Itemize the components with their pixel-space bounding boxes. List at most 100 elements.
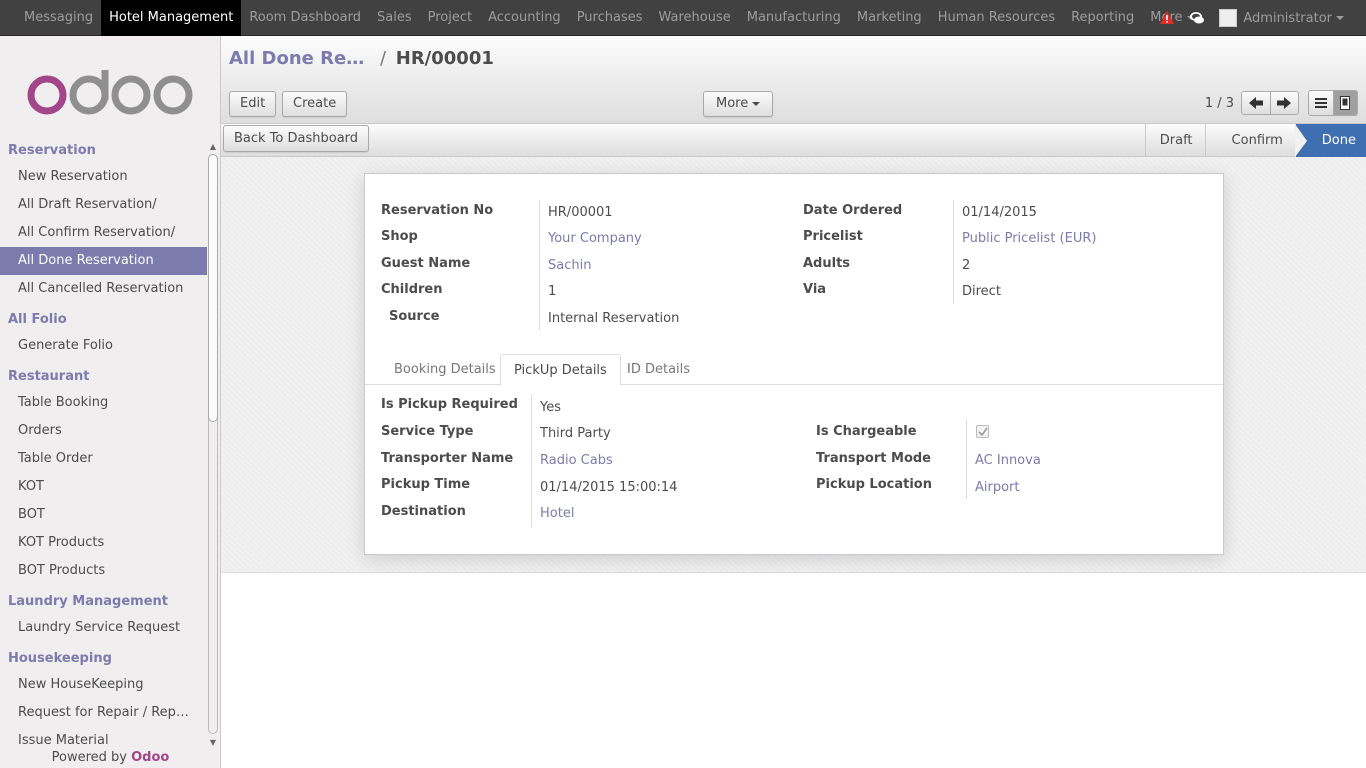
list-icon	[1314, 98, 1327, 108]
menu-purchases[interactable]: Purchases	[569, 0, 651, 36]
menu-hotel-management[interactable]: Hotel Management	[101, 0, 242, 36]
avatar	[1219, 9, 1238, 27]
date-ordered-label: Date Ordered	[803, 203, 903, 218]
chat-icon[interactable]	[1189, 10, 1205, 26]
pickup-time-value: 01/14/2015 15:00:14	[540, 480, 678, 495]
scroll-thumb[interactable]	[208, 154, 218, 422]
sidebar-item-new-housekeeping[interactable]: New HouseKeeping	[0, 671, 207, 699]
edit-button[interactable]: Edit	[229, 91, 277, 117]
next-button[interactable]	[1269, 92, 1298, 114]
children-value: 1	[548, 284, 557, 299]
notebook-tabs: Booking Details PickUp Details ID Detail…	[365, 354, 1223, 386]
previous-button[interactable]	[1242, 92, 1270, 114]
source-value: Internal Reservation	[548, 311, 680, 326]
sidebar-item-table-booking[interactable]: Table Booking	[0, 389, 207, 417]
divider	[531, 394, 532, 527]
menu-warehouse[interactable]: Warehouse	[651, 0, 739, 36]
warning-icon[interactable]	[1159, 10, 1175, 26]
sidebar-item-new-reservation[interactable]: New Reservation	[0, 163, 207, 191]
create-button[interactable]: Create	[282, 91, 348, 117]
pickup-time-label: Pickup Time	[381, 477, 471, 492]
form-background: Reservation No HR/00001 Shop Your Compan…	[221, 157, 1366, 573]
sidebar-item-table-order[interactable]: Table Order	[0, 445, 207, 473]
transporter-name-link[interactable]: Radio Cabs	[540, 453, 613, 468]
menu-messaging[interactable]: Messaging	[0, 0, 101, 36]
sidebar-section-restaurant: Restaurant	[8, 369, 90, 384]
menu-marketing[interactable]: Marketing	[849, 0, 930, 36]
chevron-down-icon	[1336, 16, 1344, 20]
children-label: Children	[381, 282, 443, 297]
scroll-up-icon[interactable]: ▲	[208, 142, 218, 152]
breadcrumb-separator: /	[379, 48, 387, 69]
sidebar-item-draft-reservation[interactable]: All Draft Reservation/	[0, 191, 207, 219]
scroll-down-icon[interactable]: ▼	[208, 738, 218, 748]
tab-id-details[interactable]: ID Details	[614, 354, 703, 385]
sidebar-item-kot-products[interactable]: KOT Products	[0, 529, 207, 557]
more-dropdown[interactable]: More	[703, 91, 774, 117]
form-sheet: Reservation No HR/00001 Shop Your Compan…	[364, 173, 1224, 555]
powered-by: Powered by Odoo	[0, 750, 220, 765]
pricelist-link[interactable]: Public Pricelist (EUR)	[962, 231, 1096, 246]
service-type-label: Service Type	[381, 424, 474, 439]
shop-link[interactable]: Your Company	[548, 231, 642, 246]
breadcrumb-parent[interactable]: All Done Re…	[229, 48, 364, 69]
sidebar-item-repair-request[interactable]: Request for Repair / Rep…	[0, 699, 207, 727]
menu-manufacturing[interactable]: Manufacturing	[739, 0, 849, 36]
pager-buttons	[1241, 91, 1299, 115]
status-steps: Draft Confirm Done	[1144, 124, 1366, 157]
powered-by-brand[interactable]: Odoo	[131, 750, 169, 765]
page-title: HR/00001	[395, 48, 494, 69]
control-panel: All Done Re… / HR/00001 Edit Create More…	[221, 36, 1366, 124]
arrow-left-icon	[1248, 97, 1263, 109]
via-value: Direct	[962, 284, 1001, 299]
reservation-no-label: Reservation No	[381, 203, 494, 218]
user-menu[interactable]: Administrator	[1219, 9, 1344, 27]
status-step-confirm[interactable]: Confirm	[1204, 124, 1295, 157]
breadcrumb: All Done Re… / HR/00001	[229, 48, 494, 69]
transport-mode-link[interactable]: AC Innova	[975, 453, 1041, 468]
top-navbar: Messaging Hotel Management Room Dashboar…	[0, 0, 1366, 36]
menu-project[interactable]: Project	[420, 0, 480, 36]
sidebar-item-orders[interactable]: Orders	[0, 417, 207, 445]
sidebar-item-done-reservation[interactable]: All Done Reservation	[0, 247, 207, 275]
menu-human-resources[interactable]: Human Resources	[930, 0, 1063, 36]
transport-mode-label: Transport Mode	[816, 451, 931, 466]
is-chargeable-checkbox[interactable]	[976, 425, 989, 438]
sidebar-scrollbar[interactable]: ▲ ▼	[207, 142, 219, 748]
tab-booking-details[interactable]: Booking Details	[381, 354, 509, 385]
pickup-location-link[interactable]: Airport	[975, 480, 1020, 495]
list-view-button[interactable]	[1309, 91, 1333, 115]
reservation-no-value: HR/00001	[548, 205, 613, 220]
sidebar-item-laundry-request[interactable]: Laundry Service Request	[0, 614, 207, 642]
sidebar-menu: Reservation New Reservation All Draft Re…	[0, 137, 207, 755]
sidebar-item-confirm-reservation[interactable]: All Confirm Reservation/	[0, 219, 207, 247]
back-to-dashboard-button[interactable]: Back To Dashboard	[223, 125, 370, 152]
sidebar-item-cancelled-reservation[interactable]: All Cancelled Reservation	[0, 275, 207, 303]
main-content: All Done Re… / HR/00001 Edit Create More…	[221, 36, 1366, 768]
menu-room-dashboard[interactable]: Room Dashboard	[241, 0, 369, 36]
status-bar: Back To Dashboard Draft Confirm Done	[221, 124, 1366, 157]
form-view-button[interactable]	[1332, 91, 1357, 115]
sidebar: Reservation New Reservation All Draft Re…	[0, 36, 221, 768]
menu-sales[interactable]: Sales	[369, 0, 420, 36]
pricelist-label: Pricelist	[803, 229, 863, 244]
pickup-location-label: Pickup Location	[816, 477, 932, 492]
adults-value: 2	[962, 258, 971, 273]
date-ordered-value: 01/14/2015	[962, 205, 1037, 220]
tab-pickup-details[interactable]: PickUp Details	[500, 354, 621, 386]
sidebar-item-bot-products[interactable]: BOT Products	[0, 557, 207, 585]
status-step-draft[interactable]: Draft	[1144, 124, 1205, 157]
menu-accounting[interactable]: Accounting	[480, 0, 569, 36]
guest-name-label: Guest Name	[381, 256, 471, 271]
guest-name-link[interactable]: Sachin	[548, 258, 591, 273]
sidebar-section-laundry: Laundry Management	[8, 594, 168, 609]
menu-reporting[interactable]: Reporting	[1063, 0, 1142, 36]
is-chargeable-label: Is Chargeable	[816, 424, 917, 439]
via-label: Via	[803, 282, 827, 297]
view-switcher	[1308, 90, 1358, 116]
sidebar-item-kot[interactable]: KOT	[0, 473, 207, 501]
sidebar-item-generate-folio[interactable]: Generate Folio	[0, 332, 207, 360]
status-step-done[interactable]: Done	[1294, 124, 1366, 157]
sidebar-item-bot[interactable]: BOT	[0, 501, 207, 529]
destination-link[interactable]: Hotel	[540, 506, 574, 521]
